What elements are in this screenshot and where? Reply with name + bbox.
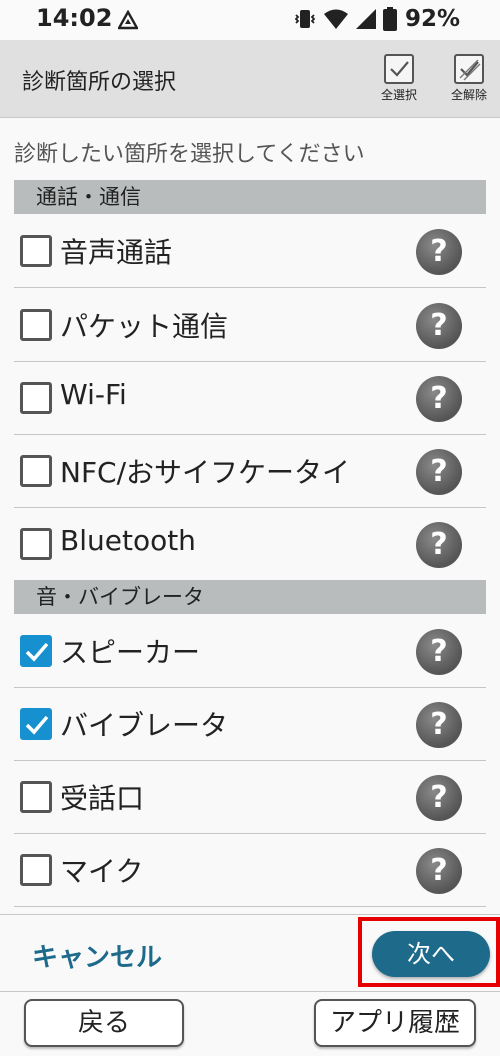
status-time: 14:02	[36, 4, 113, 32]
help-icon[interactable]: ?	[416, 629, 462, 675]
battery-icon	[382, 7, 397, 31]
status-bar: 14:02 92%	[0, 0, 500, 40]
cancel-button[interactable]: キャンセル	[32, 937, 162, 974]
back-button[interactable]: 戻る	[24, 999, 184, 1047]
item-wifi[interactable]: Wi-Fi ?	[14, 362, 486, 435]
item-speaker[interactable]: スピーカー ?	[14, 615, 486, 688]
item-label: NFC/おサイフケータイ	[60, 456, 351, 489]
instruction-text: 診断したい箇所を選択してください	[14, 142, 365, 167]
divider	[0, 991, 500, 992]
status-icons: 92%	[293, 6, 460, 32]
help-icon[interactable]: ?	[416, 702, 462, 748]
deselect-all-button[interactable]: 全解除	[440, 54, 498, 112]
footer: キャンセル 次へ 戻る アプリ履歴	[0, 914, 500, 1056]
item-label: マイク	[60, 855, 144, 888]
next-button[interactable]: 次へ	[372, 931, 490, 977]
app-bar: 診断箇所の選択 全選択 全解除	[0, 40, 500, 118]
item-label: 受話口	[60, 782, 145, 815]
app-notification-icon	[118, 10, 138, 30]
select-all-icon	[384, 54, 414, 84]
help-icon[interactable]: ?	[416, 303, 462, 349]
checkbox[interactable]	[20, 854, 52, 886]
signal-icon	[355, 9, 376, 29]
section-header-sound-vibrator: 音・バイブレータ	[14, 580, 486, 614]
checkbox-checked[interactable]	[20, 708, 52, 740]
checkbox[interactable]	[20, 235, 52, 267]
checkbox[interactable]	[20, 455, 52, 487]
item-microphone[interactable]: マイク ?	[14, 834, 486, 907]
help-icon[interactable]: ?	[416, 775, 462, 821]
checkbox-checked[interactable]	[20, 635, 52, 667]
checkbox[interactable]	[20, 382, 52, 414]
item-nfc[interactable]: NFC/おサイフケータイ ?	[14, 435, 486, 508]
vibrate-icon	[294, 10, 316, 28]
help-icon[interactable]: ?	[416, 848, 462, 894]
deselect-all-label: 全解除	[450, 88, 487, 102]
deselect-all-icon	[454, 54, 484, 84]
item-earpiece[interactable]: 受話口 ?	[14, 761, 486, 834]
wifi-icon	[323, 9, 348, 29]
section-header-call-communication: 通話・通信	[14, 180, 486, 214]
next-button-highlight: 次へ	[358, 917, 500, 987]
checkbox[interactable]	[20, 309, 52, 341]
help-icon[interactable]: ?	[416, 229, 462, 275]
item-label: スピーカー	[60, 636, 201, 669]
checkbox[interactable]	[20, 528, 52, 560]
item-bluetooth[interactable]: Bluetooth ?	[14, 508, 486, 581]
item-label: パケット通信	[60, 310, 229, 343]
item-label: Wi-Fi	[60, 378, 127, 411]
help-icon[interactable]: ?	[416, 449, 462, 495]
select-all-label: 全選択	[380, 88, 417, 102]
help-icon[interactable]: ?	[416, 522, 462, 568]
item-label: Bluetooth	[60, 524, 196, 557]
item-voice-call[interactable]: 音声通話 ?	[14, 215, 486, 288]
item-label: バイブレータ	[60, 709, 229, 742]
battery-percentage: 92%	[404, 6, 460, 32]
item-packet-communication[interactable]: パケット通信 ?	[14, 289, 486, 362]
app-history-button[interactable]: アプリ履歴	[314, 999, 476, 1047]
checkbox[interactable]	[20, 781, 52, 813]
item-label: 音声通話	[60, 236, 173, 269]
item-vibrator[interactable]: バイブレータ ?	[14, 688, 486, 761]
page-title: 診断箇所の選択	[22, 70, 177, 95]
select-all-button[interactable]: 全選択	[370, 54, 428, 112]
help-icon[interactable]: ?	[416, 376, 462, 422]
